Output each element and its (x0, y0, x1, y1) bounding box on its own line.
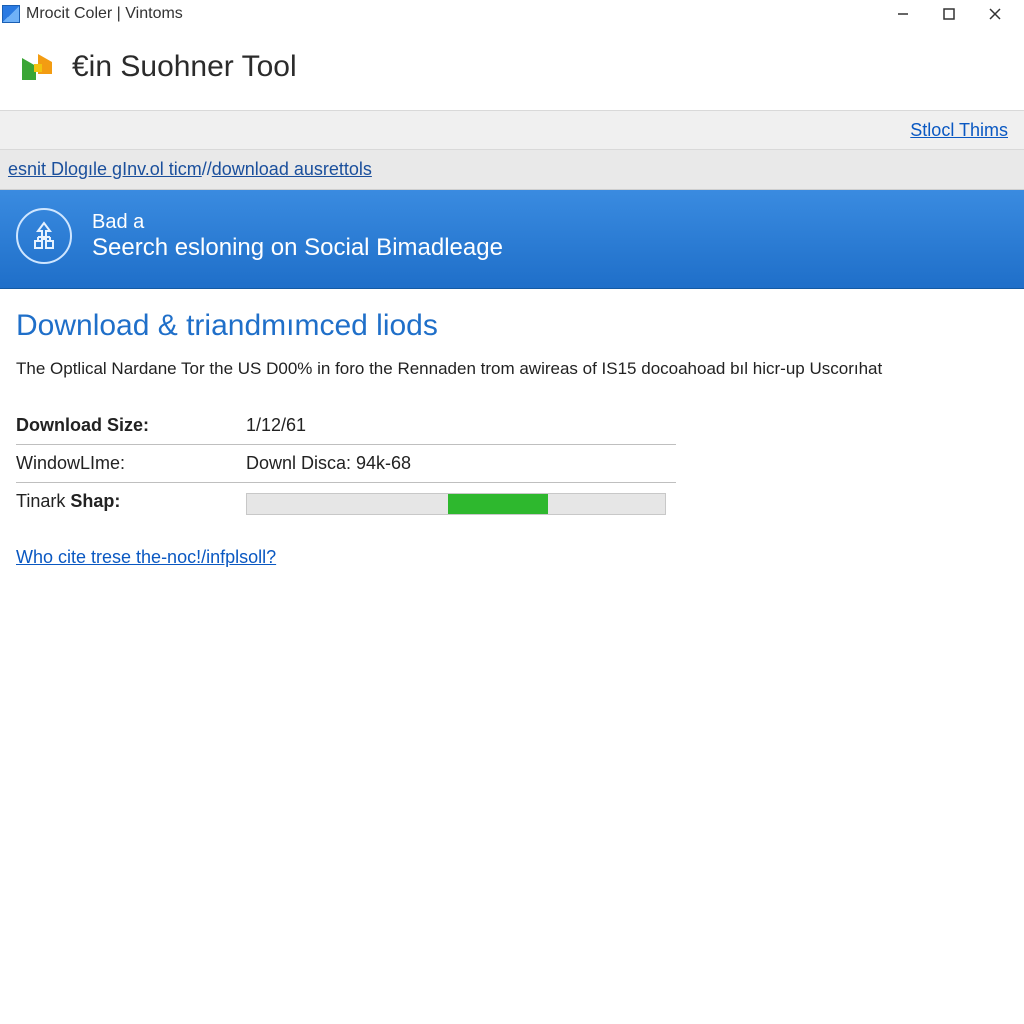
progress-bar (246, 493, 666, 515)
breadcrumb-link-1[interactable]: esnit Dlogıle gInv.ol ticm (8, 159, 202, 180)
info-band: Stlocl Thims (0, 110, 1024, 150)
detail-value: Downl Disca: 94k-68 (246, 453, 676, 474)
breadcrumb-link-2[interactable]: download ausrettols (212, 159, 372, 180)
detail-label: WindowLIme: (16, 453, 246, 474)
upload-icon (16, 208, 72, 264)
minimize-button[interactable] (880, 0, 926, 28)
detail-value: 1/12/61 (246, 415, 676, 436)
help-link[interactable]: Who cite trese the-noc!/infplsoll? (16, 547, 276, 568)
detail-label: Download Size: (16, 415, 246, 436)
app-logo-icon (16, 46, 58, 88)
window-title: Mrocit Coler | Vintoms (26, 5, 183, 23)
stlocl-thims-link[interactable]: Stlocl Thims (910, 120, 1008, 141)
close-button[interactable] (972, 0, 1018, 28)
detail-label-bold: Shap: (70, 491, 120, 511)
app-header: €in Suohner Tool (0, 28, 1024, 110)
detail-row-tinark-shap: Tinark Shap: (16, 483, 676, 523)
details-table: Download Size: 1/12/61 WindowLIme: Downl… (16, 407, 676, 523)
app-small-icon (2, 5, 20, 23)
detail-value (246, 491, 676, 515)
banner-line1: Bad a (92, 211, 503, 234)
section-title: Download & triandmımced liods (16, 309, 1008, 343)
banner-line2: Seerch esloning on Social Bimadleage (92, 234, 503, 262)
content-area: Download & triandmımced liods The Optlic… (0, 289, 1024, 588)
breadcrumb-row: esnit Dlogıle gInv.ol ticm // download a… (0, 150, 1024, 190)
app-title: €in Suohner Tool (72, 50, 297, 84)
detail-label: Tinark Shap: (16, 491, 246, 515)
window-titlebar: Mrocit Coler | Vintoms (0, 0, 1024, 28)
detail-row-download-size: Download Size: 1/12/61 (16, 407, 676, 445)
breadcrumb-separator: // (202, 159, 212, 180)
banner: Bad a Seerch esloning on Social Bimadlea… (0, 190, 1024, 289)
progress-fill (448, 494, 548, 514)
detail-label-prefix: Tinark (16, 491, 70, 511)
detail-row-windowlime: WindowLIme: Downl Disca: 94k-68 (16, 445, 676, 483)
section-desc: The Optlical Nardane Tor the US D00% in … (16, 359, 1008, 379)
maximize-button[interactable] (926, 0, 972, 28)
